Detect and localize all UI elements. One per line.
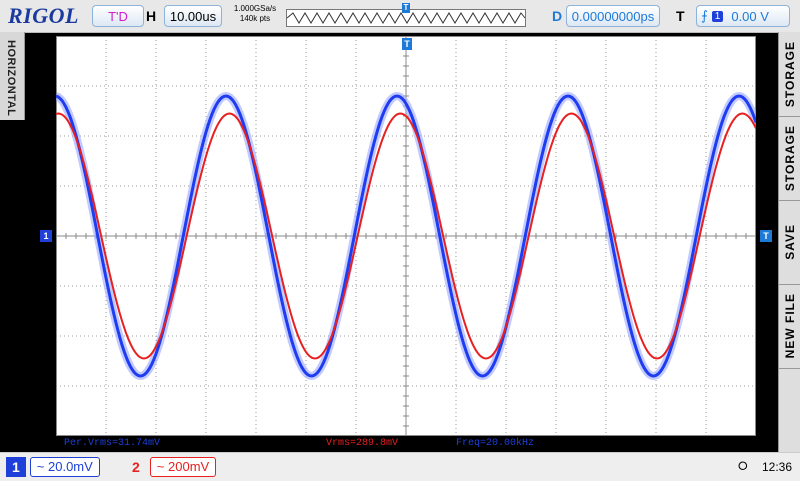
sample-rate: 1.000GSa/s — [233, 4, 277, 13]
rigol-logo: RIGOL — [8, 3, 79, 28]
top-status-bar: RIGOL T'D H 10.00us 1.000GSa/s 140k pts … — [0, 0, 800, 33]
waveform-display — [54, 35, 760, 437]
sample-info: 1.000GSa/s 140k pts — [230, 4, 280, 24]
trigger-time-marker: T — [402, 38, 412, 50]
phase-measurement: Phs1→2 =7.200 ° — [196, 438, 287, 449]
ch2-setting: ~ 200mV — [149, 457, 217, 477]
softkey-menu: STORAGE STORAGE SAVE NEW FILE — [778, 32, 800, 452]
horizontal-menu-tab[interactable]: HORIZONTAL — [0, 32, 25, 120]
channel-status-bar: 1 ~ 20.0mV 2 ~ 200mV ⭘ 12:36 — [0, 452, 800, 481]
delay-label: D — [552, 8, 563, 24]
trigger-position-marker: T — [402, 3, 410, 13]
trigger-source: 1 — [711, 10, 724, 22]
trigger-box[interactable]: ⨍ 1 0.00 V — [696, 5, 790, 27]
new-file-button[interactable]: NEW FILE — [779, 284, 800, 369]
horizontal-label: H — [146, 8, 157, 24]
horizontal-label-vertical: HORIZONTAL — [5, 40, 17, 117]
trigger-level: 0.00 V — [731, 8, 769, 24]
storage-button-2[interactable]: STORAGE — [779, 116, 800, 201]
per-vrms-measurement: Per.Vrms=31.74mV — [64, 438, 161, 449]
ch1-number: 1 — [6, 457, 26, 477]
usb-icon: ⭘ — [738, 459, 748, 473]
save-button[interactable]: SAVE — [779, 200, 800, 285]
ch1-setting: ~ 20.0mV — [29, 457, 100, 477]
rising-edge-icon: ⨍ — [701, 8, 708, 23]
oscilloscope-grid — [54, 35, 760, 437]
vrms-measurement: Vrms=289.8mV — [326, 438, 399, 449]
ch2-number: 2 — [132, 459, 140, 475]
clock: 12:36 — [762, 460, 793, 474]
ch2-status[interactable]: 2 ~ 200mV — [126, 457, 217, 477]
ch1-ground-marker: 1 — [40, 230, 52, 242]
memory-depth: 140k pts — [239, 14, 271, 23]
delay-box[interactable]: 0.00000000ps — [566, 5, 660, 27]
trigger-label: T — [676, 8, 685, 24]
ch1-status[interactable]: 1 ~ 20.0mV — [6, 457, 100, 477]
freq-measurement: Freq=20.00kHz — [456, 438, 535, 449]
timebase-box[interactable]: 10.00us — [164, 5, 222, 27]
trigger-level-marker: T — [760, 230, 772, 242]
acquisition-mode-box[interactable]: T'D — [92, 5, 144, 27]
storage-button-1[interactable]: STORAGE — [779, 32, 800, 117]
